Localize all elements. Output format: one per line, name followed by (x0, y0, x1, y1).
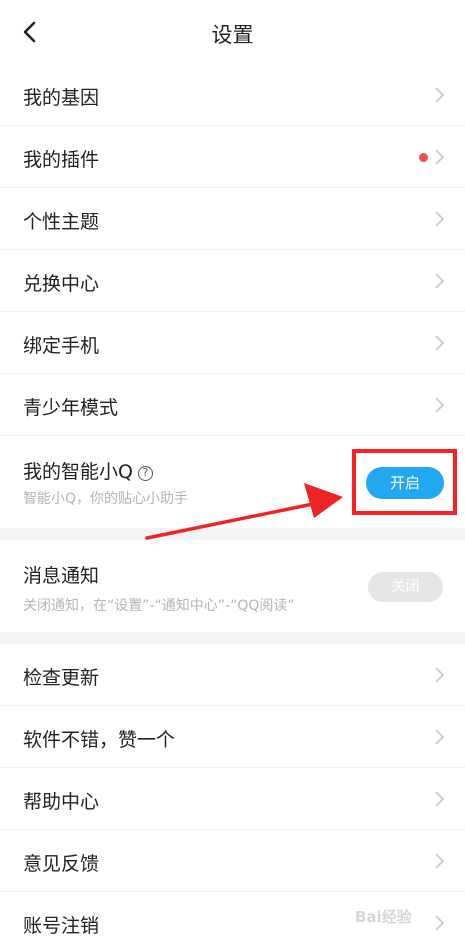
settings-item-label: 意见反馈 (23, 853, 100, 875)
annotation-highlight-box (352, 449, 457, 515)
settings-item-youth-mode[interactable]: 青少年模式 (0, 374, 465, 436)
settings-item-redeem[interactable]: 兑换中心 (0, 250, 465, 312)
chevron-right-icon (435, 853, 445, 869)
notifications-subtitle: 关闭通知，在“设置”-“通知中心”-“QQ阅读” (23, 598, 295, 614)
settings-item-label: 青少年模式 (23, 397, 119, 419)
settings-item-label: 软件不错，赞一个 (23, 729, 176, 751)
chevron-right-icon (435, 335, 445, 351)
settings-item-label: 账号注销 (23, 915, 100, 937)
chevron-right-icon (435, 397, 445, 413)
question-circle-icon[interactable]: ? (137, 466, 153, 481)
chevron-right-icon (435, 729, 445, 745)
chevron-right-icon (435, 791, 445, 807)
section-divider (0, 528, 465, 540)
chevron-right-icon (435, 273, 445, 289)
smart-q-label-wrap: 我的智能小Q? (23, 457, 153, 484)
smart-q-subtitle: 智能小Q，你的贴心小助手 (23, 491, 189, 507)
notifications-label: 消息通知 (23, 565, 100, 587)
settings-item-help-center[interactable]: 帮助中心 (0, 768, 465, 830)
settings-item-gene[interactable]: 我的基因 (0, 64, 465, 126)
red-dot-badge (419, 153, 428, 162)
settings-item-label: 绑定手机 (23, 335, 100, 357)
settings-item-check-update[interactable]: 检查更新 (0, 644, 465, 706)
settings-item-label: 个性主题 (23, 211, 100, 233)
settings-item-rate-app[interactable]: 软件不错，赞一个 (0, 706, 465, 768)
settings-item-feedback[interactable]: 意见反馈 (0, 830, 465, 892)
settings-item-label: 帮助中心 (23, 791, 100, 813)
settings-item-bind-phone[interactable]: 绑定手机 (0, 312, 465, 374)
smart-q-label: 我的智能小Q (23, 461, 133, 483)
page-title: 设置 (211, 23, 254, 47)
chevron-right-icon (435, 149, 445, 165)
settings-item-label: 检查更新 (23, 667, 100, 689)
watermark-logo: Bai经验 (355, 908, 412, 926)
chevron-right-icon (435, 915, 445, 931)
settings-item-plugins[interactable]: 我的插件 (0, 126, 465, 188)
settings-item-label: 我的插件 (23, 149, 100, 171)
settings-item-label: 我的基因 (23, 87, 100, 109)
notifications-toggle-button[interactable]: 关闭 (368, 572, 443, 602)
chevron-right-icon (435, 211, 445, 227)
header-bar: 设置 (0, 0, 465, 64)
settings-item-label: 兑换中心 (23, 273, 100, 295)
chevron-right-icon (435, 87, 445, 103)
chevron-right-icon (435, 667, 445, 683)
settings-item-theme[interactable]: 个性主题 (0, 188, 465, 250)
section-divider (0, 632, 465, 644)
